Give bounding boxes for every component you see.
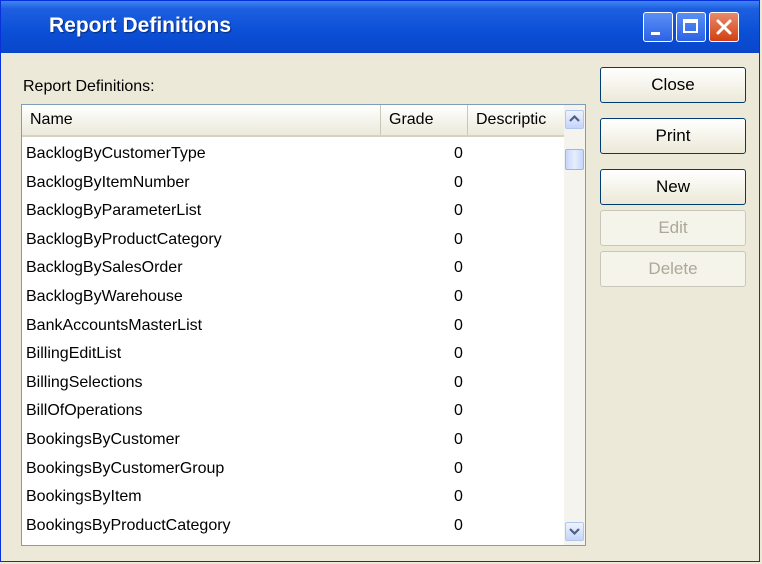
- report-name-cell: BillOfOperations: [26, 402, 143, 420]
- report-name-cell: BacklogByCustomerType: [26, 145, 206, 162]
- column-header-grade[interactable]: Grade: [381, 105, 468, 135]
- report-name-cell: BillingEditList: [26, 345, 122, 363]
- table-row[interactable]: BillingEditList 0: [22, 341, 562, 370]
- report-grade-cell: 0: [454, 230, 463, 248]
- report-name-cell: BookingsByProductCategory: [26, 516, 231, 534]
- report-name-cell: BillingSelections: [26, 373, 143, 391]
- table-row[interactable]: BillOfOperations 0: [22, 398, 562, 427]
- report-grade-cell: 0: [454, 373, 463, 391]
- report-name-cell: BookingsByItem: [26, 488, 142, 506]
- report-grade-cell: 0: [454, 459, 463, 477]
- report-grade-cell: 0: [454, 287, 463, 305]
- table-row[interactable]: BookingsByCustomer 0: [22, 427, 562, 456]
- delete-button[interactable]: Delete: [600, 251, 746, 287]
- maximize-icon[interactable]: [676, 12, 706, 42]
- table-row[interactable]: BacklogBySalesOrder 0: [22, 255, 562, 284]
- report-grade-cell: 0: [454, 488, 463, 506]
- table-row[interactable]: BacklogByItemNumber 0: [22, 170, 562, 199]
- print-button[interactable]: Print: [600, 118, 746, 154]
- report-list[interactable]: Name Grade Descriptic BacklogByCustomerT…: [21, 104, 586, 546]
- report-grade-cell: 0: [454, 145, 463, 162]
- report-name-cell: BacklogByProductCategory: [26, 230, 222, 248]
- report-name-cell: BacklogByWarehouse: [26, 287, 183, 305]
- close-window-icon[interactable]: [709, 12, 739, 42]
- scrollbar-thumb[interactable]: [565, 149, 584, 170]
- table-row[interactable]: BookingsByItem 0: [22, 484, 562, 513]
- report-grade-cell: 0: [454, 316, 463, 334]
- column-header-description[interactable]: Descriptic: [468, 105, 565, 135]
- table-row[interactable]: BookingsByCustomerGroup 0: [22, 456, 562, 485]
- report-grade-cell: 0: [454, 345, 463, 363]
- report-name-cell: BankAccountsMasterList: [26, 316, 203, 334]
- report-definitions-window: Report Definitions Report Definitions: N…: [0, 0, 760, 562]
- vertical-scrollbar[interactable]: [564, 105, 585, 545]
- table-row[interactable]: BacklogByProductCategory 0: [22, 227, 562, 256]
- report-grade-cell: 0: [454, 516, 463, 534]
- scroll-up-icon[interactable]: [565, 110, 584, 129]
- report-grade-cell: 0: [454, 173, 463, 191]
- column-header-name[interactable]: Name: [22, 105, 381, 135]
- list-header: Name Grade Descriptic: [22, 105, 565, 137]
- table-row[interactable]: BacklogByCustomerType 0: [22, 141, 562, 170]
- table-row[interactable]: BacklogByWarehouse 0: [22, 284, 562, 313]
- report-grade-cell: 0: [454, 402, 463, 420]
- report-name-cell: BookingsByCustomer: [26, 430, 180, 448]
- report-rows: BacklogByCustomerType 0 BacklogByItemNumbe…: [22, 141, 562, 541]
- title-bar[interactable]: Report Definitions: [1, 1, 759, 53]
- minimize-icon[interactable]: [643, 12, 673, 42]
- table-row[interactable]: BookingsByProductCategory 0: [22, 513, 562, 542]
- report-name-cell: BookingsByCustomerGroup: [26, 459, 225, 477]
- table-row[interactable]: BankAccountsMasterList 0: [22, 313, 562, 342]
- report-grade-cell: 0: [454, 259, 463, 277]
- scroll-down-icon[interactable]: [565, 522, 584, 541]
- window-title: Report Definitions: [49, 14, 231, 37]
- report-name-cell: BacklogBySalesOrder: [26, 259, 183, 277]
- edit-button[interactable]: Edit: [600, 210, 746, 246]
- close-button[interactable]: Close: [600, 67, 746, 103]
- table-row[interactable]: BacklogByParameterList 0: [22, 198, 562, 227]
- table-row[interactable]: BillingSelections 0: [22, 370, 562, 399]
- report-list-label: Report Definitions:: [23, 78, 155, 95]
- report-grade-cell: 0: [454, 430, 463, 448]
- new-button[interactable]: New: [600, 169, 746, 205]
- report-name-cell: BacklogByParameterList: [26, 202, 202, 220]
- report-grade-cell: 0: [454, 202, 463, 220]
- report-name-cell: BacklogByItemNumber: [26, 173, 190, 191]
